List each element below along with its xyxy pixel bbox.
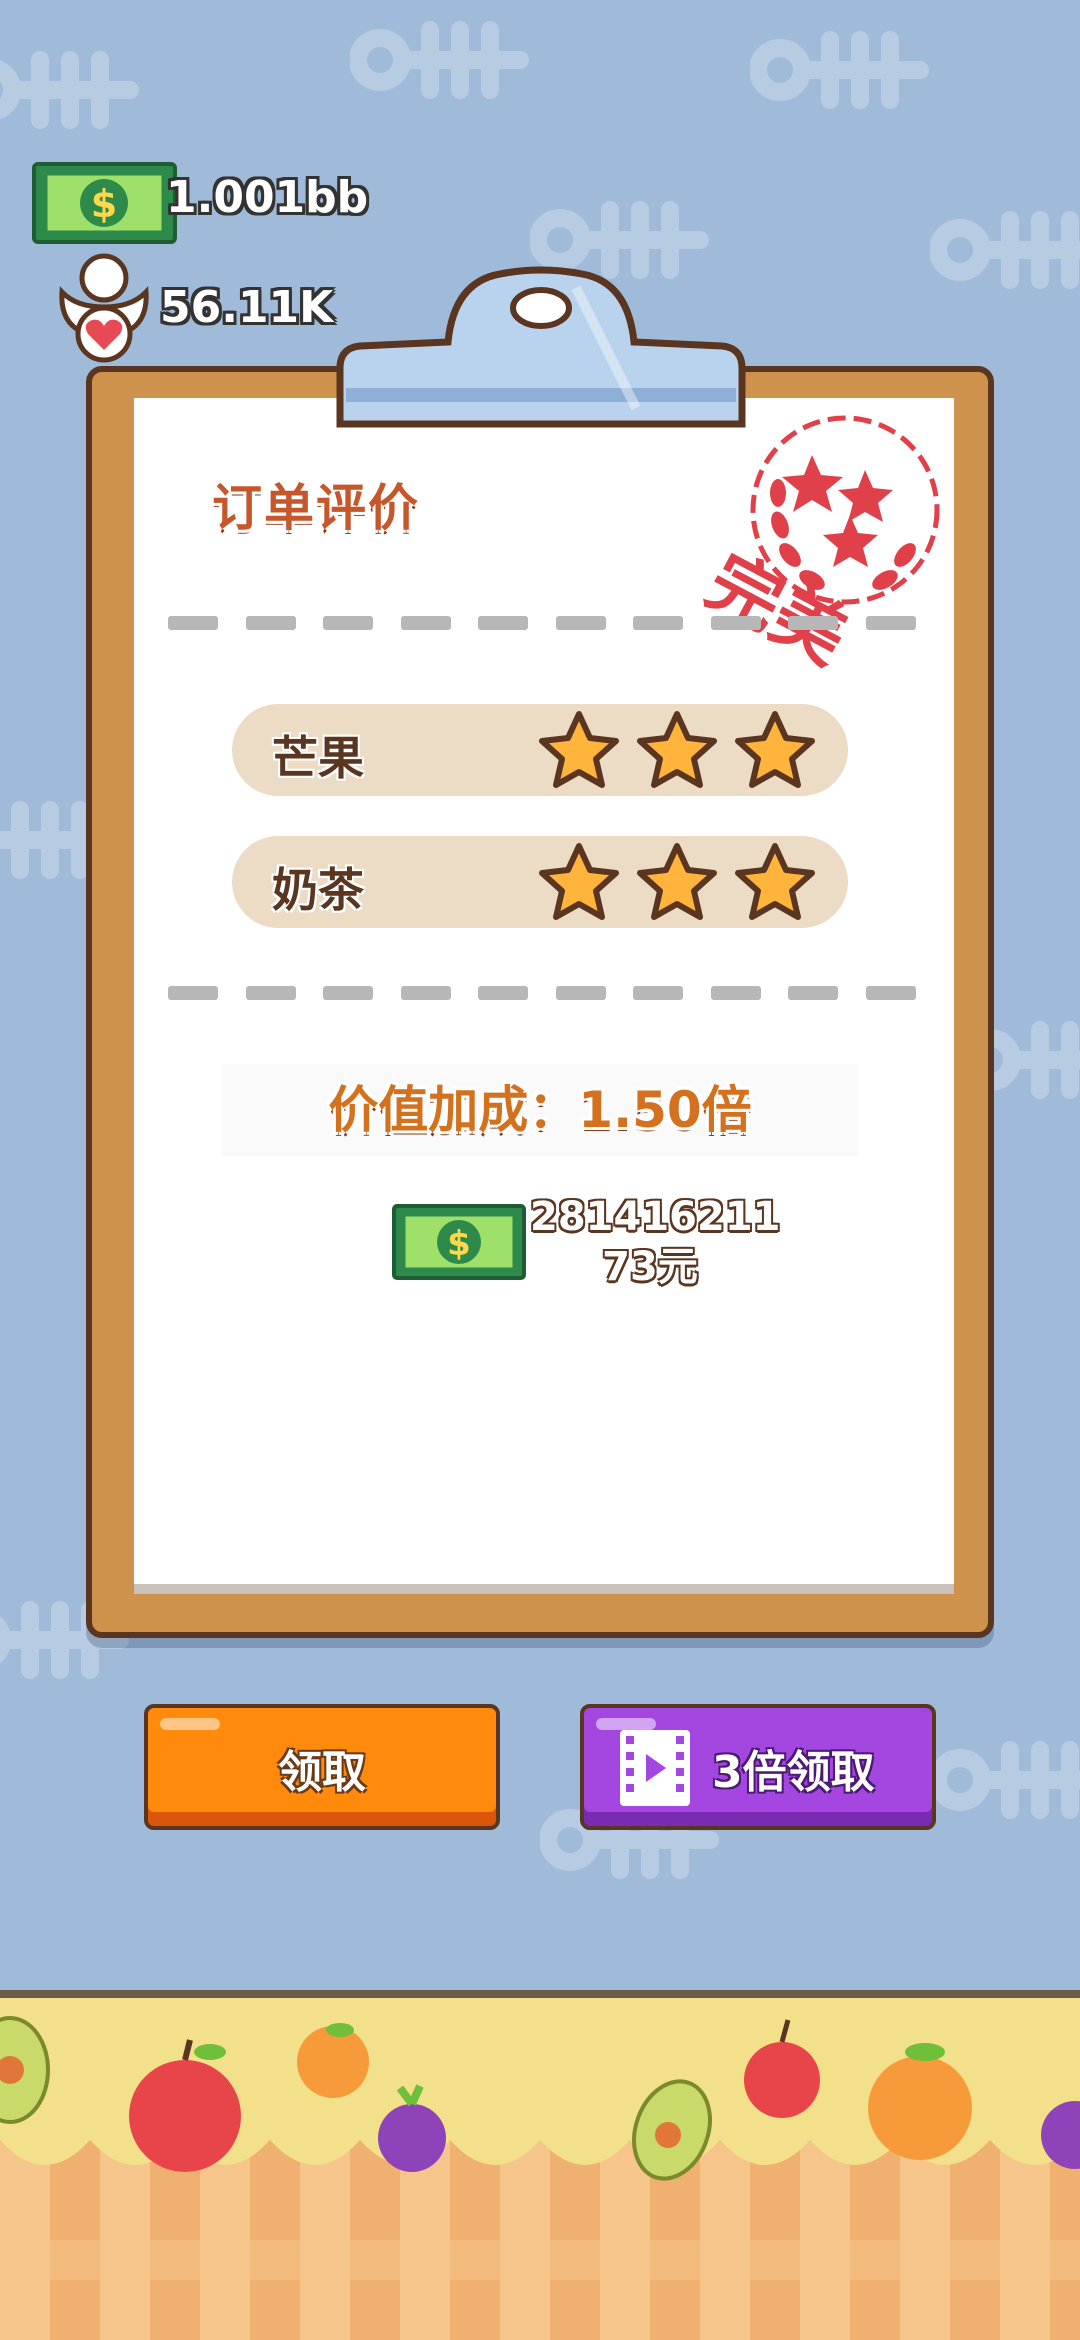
value-bonus-text: 价值加成：1.50倍	[222, 1064, 858, 1156]
order-rating-title: 订单评价	[212, 479, 420, 537]
fishbone-icon	[930, 1741, 1080, 1819]
dollar-bill-icon: $	[32, 162, 177, 244]
claim-button-label: 领取	[278, 1747, 366, 1798]
star-icon	[735, 711, 815, 788]
svg-text:$: $	[91, 182, 117, 226]
triple-claim-button[interactable]: 3倍领取	[580, 1704, 936, 1830]
item-name: 奶茶	[272, 863, 364, 917]
dollar-bill-icon: $	[392, 1204, 526, 1280]
item-name: 芒果	[272, 731, 364, 785]
svg-text:$: $	[447, 1224, 471, 1264]
triple-claim-label: 3倍领取	[712, 1747, 875, 1798]
fans-value: 56.11K	[160, 282, 334, 333]
star-icon	[539, 843, 619, 920]
clipboard-clip	[336, 266, 746, 428]
list-item: 芒果	[232, 704, 848, 796]
perfect-stamp: 完美	[694, 415, 940, 680]
dashed-divider	[168, 616, 916, 630]
reward-amount: 281416211 73元	[530, 1192, 781, 1292]
star-icon	[539, 711, 619, 788]
fishbone-icon	[350, 21, 529, 99]
star-rating	[537, 840, 817, 924]
claim-button[interactable]: 领取	[144, 1704, 500, 1830]
fruit-counter	[0, 1990, 1080, 2340]
list-item: 奶茶	[232, 836, 848, 928]
fishbone-icon	[750, 31, 929, 109]
star-icon	[735, 843, 815, 920]
reward-line-2: 73元	[602, 1244, 698, 1290]
video-icon	[620, 1730, 690, 1806]
dashed-divider	[168, 986, 916, 1000]
star-rating	[537, 708, 817, 792]
fan-heart-icon	[59, 253, 149, 363]
fishbone-icon	[930, 211, 1080, 289]
star-icon	[637, 843, 717, 920]
money-value: 1.001bb	[166, 172, 369, 223]
fishbone-icon	[0, 51, 139, 129]
star-icon	[637, 711, 717, 788]
reward-line-1: 281416211	[530, 1194, 781, 1240]
